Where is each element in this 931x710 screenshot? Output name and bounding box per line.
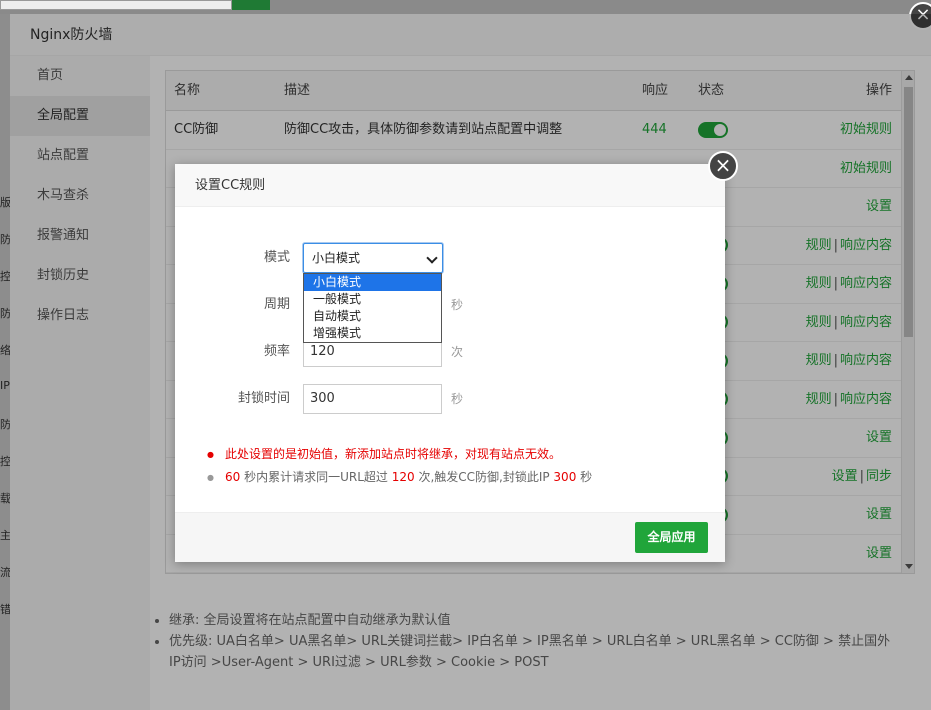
dialog-title: 设置CC规则 — [175, 164, 725, 207]
mode-label: 模式 — [263, 250, 290, 265]
dialog-close-icon[interactable]: × — [708, 151, 738, 181]
tip-period: 60 — [225, 470, 241, 484]
mode-option[interactable]: 小白模式 — [304, 274, 441, 291]
mode-dropdown: 小白模式 一般模式 自动模式 增强模式 — [303, 273, 442, 343]
background-search-input — [0, 0, 232, 10]
mode-select[interactable]: 小白模式 — [303, 243, 443, 273]
tips-list: 此处设置的是初始值，新添加站点时将继承，对现有站点无效。 60 秒内累计请求同一… — [207, 443, 592, 489]
block-label: 封锁时间 — [237, 391, 290, 406]
freq-unit: 次 — [451, 345, 464, 359]
tip-text3: 秒 — [576, 470, 593, 484]
freq-label: 频率 — [263, 344, 290, 359]
background-page-header — [0, 0, 931, 14]
block-unit: 秒 — [451, 392, 464, 406]
tip-block: 300 — [553, 470, 577, 484]
block-input[interactable]: 300 — [303, 384, 442, 414]
mode-option[interactable]: 增强模式 — [304, 325, 441, 342]
tip-warning: 此处设置的是初始值，新添加站点时将继承，对现有站点无效。 — [207, 443, 592, 466]
tip-summary: 60 秒内累计请求同一URL超过 120 次,触发CC防御,封锁此IP 300 … — [207, 466, 592, 489]
period-unit: 秒 — [451, 298, 464, 312]
tip-text2: 次,触发CC防御,封锁此IP — [414, 470, 554, 484]
mode-option[interactable]: 自动模式 — [304, 308, 441, 325]
chevron-down-icon — [426, 252, 438, 264]
tip-freq: 120 — [391, 470, 415, 484]
period-label: 周期 — [263, 297, 290, 312]
mode-option[interactable]: 一般模式 — [304, 291, 441, 308]
global-apply-button[interactable]: 全局应用 — [635, 522, 708, 553]
dialog-footer: 全局应用 — [175, 512, 725, 562]
cc-rule-dialog: 设置CC规则 × 模式 小白模式 小白模式 一般模式 自动模式 增强模式 周期 秒 频… — [175, 151, 738, 562]
background-search-button — [232, 0, 270, 10]
mode-select-value: 小白模式 — [312, 251, 361, 265]
tip-text1: 秒内累计请求同一URL超过 — [240, 470, 392, 484]
